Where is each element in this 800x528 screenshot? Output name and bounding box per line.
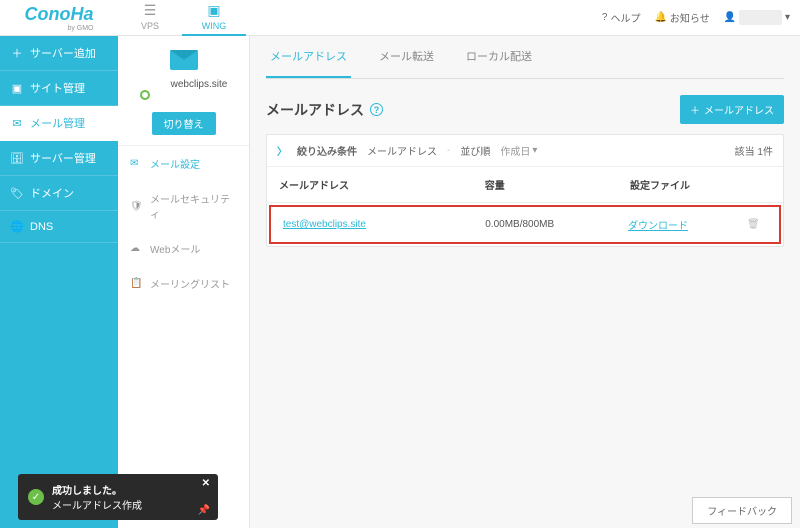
toast-title: 成功しました。 bbox=[52, 482, 142, 497]
domain-block: webclips.site 切り替え bbox=[118, 36, 249, 146]
filter-label: 絞り込み条件 bbox=[297, 143, 357, 158]
tab-wing-label: WING bbox=[202, 21, 227, 31]
nav-mail-mgmt-label: メール管理 bbox=[30, 115, 85, 131]
list-icon: 📋 bbox=[130, 278, 142, 289]
nav-mail-mgmt[interactable]: ✉ メール管理 bbox=[0, 106, 118, 141]
subnav-mail-settings[interactable]: ✉ メール設定 bbox=[118, 146, 249, 181]
chevron-down-icon: ▾ bbox=[785, 12, 790, 23]
subnav-webmail[interactable]: ☁ Webメール bbox=[118, 231, 249, 266]
nav-server-mgmt-label: サーバー管理 bbox=[30, 150, 96, 166]
page-title: メールアドレス ? bbox=[266, 100, 383, 120]
col-address-header: メールアドレス bbox=[279, 177, 485, 192]
feedback-button[interactable]: フィードバック bbox=[692, 497, 792, 524]
left-nav: ＋ サーバー追加 ▣ サイト管理 ✉ メール管理 🗄 サーバー管理 🏷 ドメイン 🌐 DNS bbox=[0, 36, 118, 528]
nav-dns[interactable]: 🌐 DNS bbox=[0, 211, 118, 243]
add-address-label: メールアドレス bbox=[704, 102, 774, 117]
separator: - bbox=[447, 145, 450, 156]
cloud-icon: ☁ bbox=[130, 243, 142, 254]
nav-dns-label: DNS bbox=[30, 221, 53, 233]
tab-forward[interactable]: メール転送 bbox=[375, 36, 438, 78]
subnav-mail-security[interactable]: 🛡 メールセキュリティ bbox=[118, 181, 249, 231]
table-row: test@webclips.site 0.00MB/800MB ダウンロード 🗑 bbox=[269, 205, 781, 244]
logo-subtext: by GMO bbox=[25, 25, 94, 32]
check-icon: ✓ bbox=[28, 489, 44, 505]
col-capacity-header: 容量 bbox=[485, 177, 630, 192]
tag-icon: 🏷 bbox=[10, 187, 24, 200]
user-name bbox=[739, 10, 782, 25]
plus-icon: ＋ bbox=[10, 45, 24, 61]
tab-vps-label: VPS bbox=[141, 21, 159, 31]
col-file-header: 設定ファイル bbox=[630, 177, 751, 192]
chevron-right-icon: 〉 bbox=[277, 143, 287, 158]
subnav-mailing-list-label: メーリングリスト bbox=[150, 276, 230, 291]
user-icon: 👤 bbox=[724, 12, 736, 23]
help-label: ヘルプ bbox=[610, 10, 640, 25]
address-link[interactable]: test@webclips.site bbox=[283, 219, 366, 230]
result-count: 該当 1件 bbox=[735, 143, 773, 158]
status-icon bbox=[140, 90, 150, 100]
pin-icon[interactable]: 📌 bbox=[198, 505, 210, 516]
table-header: メールアドレス 容量 設定ファイル bbox=[267, 167, 783, 203]
help-icon[interactable]: ? bbox=[370, 103, 383, 116]
main-content: メールアドレス メール転送 ローカル配送 メールアドレス ? ＋ メールアドレス… bbox=[250, 36, 800, 528]
toast-body: メールアドレス作成 bbox=[52, 497, 142, 512]
wing-icon: ▣ bbox=[207, 2, 220, 19]
success-toast: ✓ 成功しました。 メールアドレス作成 ✕ 📌 bbox=[18, 474, 218, 520]
tab-local[interactable]: ローカル配送 bbox=[462, 36, 536, 78]
delete-button[interactable]: 🗑 bbox=[747, 219, 767, 230]
nav-server-mgmt[interactable]: 🗄 サーバー管理 bbox=[0, 141, 118, 176]
notice-link[interactable]: 🔔 お知らせ bbox=[654, 10, 709, 25]
nav-domain[interactable]: 🏷 ドメイン bbox=[0, 176, 118, 211]
logo-text: ConoHa bbox=[25, 4, 94, 24]
site-icon: ▣ bbox=[10, 82, 24, 95]
globe-icon: 🌐 bbox=[10, 220, 24, 233]
gear-icon: ✉ bbox=[130, 158, 142, 169]
filter-field: メールアドレス bbox=[367, 143, 437, 158]
add-address-button[interactable]: ＋ メールアドレス bbox=[680, 95, 784, 124]
logo[interactable]: ConoHa by GMO bbox=[0, 0, 118, 36]
switch-domain-button[interactable]: 切り替え bbox=[152, 112, 216, 135]
nav-server-add-label: サーバー追加 bbox=[30, 45, 96, 61]
close-icon[interactable]: ✕ bbox=[202, 478, 210, 489]
tab-wing[interactable]: ▣ WING bbox=[182, 0, 246, 36]
server-icon: ☰ bbox=[144, 2, 157, 19]
sort-value[interactable]: 作成日▾ bbox=[500, 143, 537, 158]
nav-site-mgmt-label: サイト管理 bbox=[30, 80, 85, 96]
nav-domain-label: ドメイン bbox=[30, 185, 74, 201]
address-panel: 〉 絞り込み条件 メールアドレス - 並び順 作成日▾ 該当 1件 メールアドレ… bbox=[266, 134, 784, 247]
nav-site-mgmt[interactable]: ▣ サイト管理 bbox=[0, 71, 118, 106]
notice-label: お知らせ bbox=[670, 10, 710, 25]
trash-icon: 🗑 bbox=[747, 219, 760, 230]
server-icon: 🗄 bbox=[10, 152, 24, 165]
nav-server-add[interactable]: ＋ サーバー追加 bbox=[0, 36, 118, 71]
subnav-webmail-label: Webメール bbox=[150, 241, 200, 256]
user-menu[interactable]: 👤 ▾ bbox=[724, 10, 790, 25]
shield-icon: 🛡 bbox=[130, 201, 142, 212]
sort-label: 並び順 bbox=[460, 143, 490, 158]
sort-desc-icon: ▾ bbox=[532, 145, 537, 156]
subnav-mailing-list[interactable]: 📋 メーリングリスト bbox=[118, 266, 249, 301]
help-link[interactable]: ? ヘルプ bbox=[602, 10, 641, 25]
panel-filter-bar[interactable]: 〉 絞り込み条件 メールアドレス - 並び順 作成日▾ 該当 1件 bbox=[267, 135, 783, 167]
sub-nav: webclips.site 切り替え ✉ メール設定 🛡 メールセキュリティ ☁ We… bbox=[118, 36, 250, 528]
page-title-text: メールアドレス bbox=[266, 100, 364, 120]
subnav-mail-security-label: メールセキュリティ bbox=[150, 191, 237, 221]
mail-icon: ✉ bbox=[10, 117, 24, 130]
tab-vps[interactable]: ☰ VPS bbox=[118, 0, 182, 36]
help-icon: ? bbox=[602, 12, 608, 23]
domain-name: webclips.site bbox=[171, 79, 228, 90]
bell-icon: 🔔 bbox=[654, 12, 666, 23]
capacity-value: 0.00MB/800MB bbox=[485, 219, 628, 230]
tab-addresses[interactable]: メールアドレス bbox=[266, 36, 351, 78]
mail-large-icon bbox=[170, 50, 198, 70]
subnav-mail-settings-label: メール設定 bbox=[150, 156, 200, 171]
download-link[interactable]: ダウンロード bbox=[628, 221, 688, 232]
plus-icon: ＋ bbox=[690, 102, 700, 117]
